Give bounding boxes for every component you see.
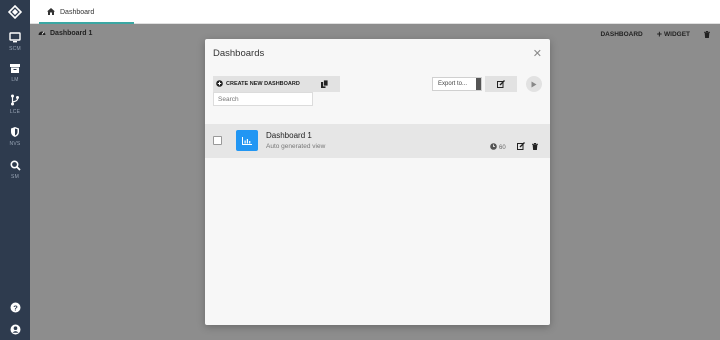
breadcrumb-label: Dashboard 1	[50, 30, 93, 37]
help-icon: ?	[10, 300, 21, 314]
plus-circle-icon	[216, 79, 226, 89]
edit-dashboard-button[interactable]	[517, 137, 525, 155]
sidebar-item-nvs[interactable]: NVS	[0, 125, 30, 147]
export-select-value: Export to...	[438, 81, 468, 87]
edit-icon	[517, 137, 525, 154]
close-icon[interactable]: ✕	[533, 49, 542, 60]
dashboard-list-item[interactable]: Dashboard 1 Auto generated view 60	[205, 124, 550, 158]
sidebar-item-label: SM	[11, 174, 19, 180]
user-icon	[10, 322, 21, 336]
add-widget-label: WIDGET	[664, 30, 690, 38]
plus-icon: +	[656, 29, 662, 39]
create-dashboard-button[interactable]: CREATE NEW DASHBOARD	[213, 76, 311, 92]
monitor-icon	[9, 30, 21, 44]
delete-dashboard-button[interactable]	[704, 30, 710, 38]
refresh-interval-value: 60	[499, 144, 506, 151]
delete-row-button[interactable]	[532, 137, 538, 155]
export-select[interactable]: Export to...	[432, 77, 482, 91]
clock-icon	[490, 143, 499, 152]
copy-dashboard-button[interactable]	[308, 76, 340, 92]
search-input[interactable]	[213, 92, 313, 106]
dashboard-menu-button[interactable]: DASHBOARD	[600, 31, 642, 38]
dashboard-subtitle: Auto generated view	[266, 143, 326, 150]
play-button[interactable]	[526, 76, 542, 92]
sidebar-item-label: NVS	[9, 141, 21, 147]
sidebar-item-label: LM	[11, 77, 19, 83]
copy-icon	[320, 75, 328, 93]
tab-dashboard[interactable]: Dashboard	[39, 0, 134, 24]
search-icon	[9, 158, 21, 172]
shield-icon	[10, 125, 20, 139]
branch-icon	[10, 93, 20, 107]
play-icon	[531, 75, 537, 93]
dashboard-title: Dashboard 1	[266, 131, 312, 140]
edit-icon	[497, 75, 505, 93]
open-external-button[interactable]	[485, 76, 517, 92]
archive-icon	[9, 61, 21, 75]
chevron-down-icon	[476, 78, 481, 90]
breadcrumb: Dashboard 1	[38, 29, 92, 38]
top-bar: Dashboard	[30, 0, 720, 24]
toolbar-actions: DASHBOARD + WIDGET	[586, 29, 710, 39]
app-logo[interactable]	[0, 0, 30, 24]
user-button[interactable]	[0, 322, 30, 336]
refresh-interval: 60	[490, 143, 506, 152]
dashboard-gauge-icon	[38, 29, 50, 38]
svg-text:?: ?	[13, 303, 18, 312]
add-widget-button[interactable]: + WIDGET	[657, 29, 690, 39]
create-dashboard-label: CREATE NEW DASHBOARD	[226, 81, 300, 87]
sidebar-item-lm[interactable]: LM	[0, 61, 30, 83]
sidebar-item-scm[interactable]: SCM	[0, 30, 30, 52]
select-checkbox[interactable]	[213, 136, 222, 145]
trash-icon	[532, 137, 538, 154]
home-icon	[47, 7, 60, 17]
modal-title: Dashboards	[213, 48, 265, 59]
sidebar-item-label: SCM	[9, 46, 21, 52]
sidebar: SCM LM LCE NVS SM ?	[0, 0, 30, 340]
help-button[interactable]: ?	[0, 300, 30, 314]
sidebar-item-sm[interactable]: SM	[0, 158, 30, 180]
trash-icon	[704, 30, 710, 38]
tab-label: Dashboard	[60, 8, 95, 16]
sidebar-item-label: LCE	[9, 109, 21, 115]
chart-icon	[236, 130, 258, 151]
sidebar-item-lce[interactable]: LCE	[0, 93, 30, 115]
dashboards-modal: Dashboards ✕ CREATE NEW DASHBOARD Export…	[205, 39, 550, 325]
